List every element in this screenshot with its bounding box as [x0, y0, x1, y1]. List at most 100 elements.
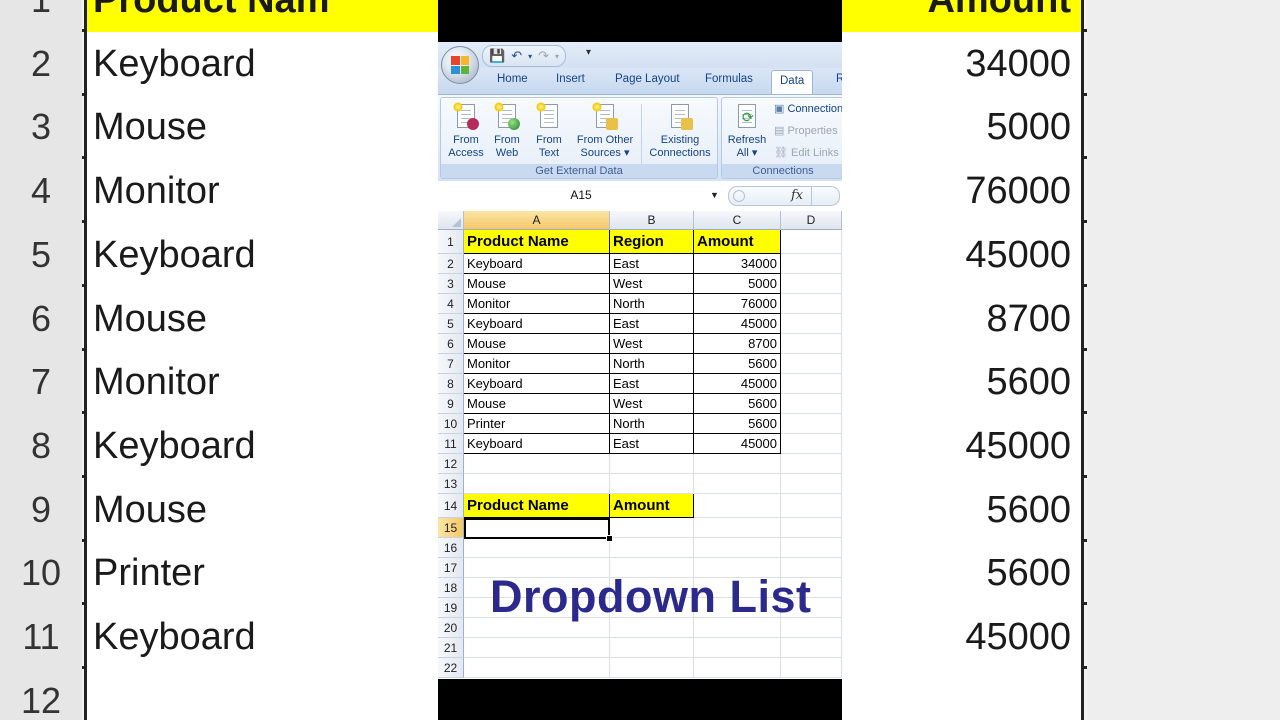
- column-header-a[interactable]: A: [464, 211, 610, 230]
- undo-icon[interactable]: ↶: [511, 48, 522, 64]
- undo-dropdown-icon[interactable]: ▾: [528, 52, 532, 61]
- row-header[interactable]: 6: [438, 334, 464, 354]
- row-header[interactable]: 7: [438, 354, 464, 374]
- cell-d[interactable]: [781, 518, 842, 538]
- cell-c[interactable]: 34000: [694, 254, 781, 274]
- tab-formulas[interactable]: Formulas: [705, 73, 753, 85]
- row-header[interactable]: 10: [438, 414, 464, 434]
- row-header[interactable]: 11: [438, 434, 464, 454]
- cell-b[interactable]: [610, 638, 694, 658]
- cell-d[interactable]: [781, 230, 842, 254]
- cell-b[interactable]: East: [610, 314, 694, 334]
- cell-b[interactable]: West: [610, 394, 694, 414]
- refresh-all-button[interactable]: ⟳ Refresh All ▾: [724, 102, 770, 160]
- row-header[interactable]: 21: [438, 638, 464, 658]
- existing-connections-button[interactable]: Existing Connections: [645, 102, 715, 160]
- cell-d[interactable]: [781, 538, 842, 558]
- tab-page-layout[interactable]: Page Layout: [615, 73, 680, 85]
- from-other-sources-button[interactable]: From Other Sources ▾: [573, 102, 637, 160]
- redo-dropdown-icon[interactable]: ▾: [555, 52, 559, 61]
- cell-b[interactable]: Region: [610, 230, 694, 254]
- customize-qat-icon[interactable]: ▾: [586, 47, 591, 58]
- cell-b[interactable]: East: [610, 434, 694, 454]
- cell-b[interactable]: Amount: [610, 494, 694, 518]
- cell-b[interactable]: [610, 474, 694, 494]
- cell-d[interactable]: [781, 254, 842, 274]
- cell-a[interactable]: Keyboard: [464, 314, 610, 334]
- tab-data[interactable]: Data: [771, 70, 814, 94]
- cell-d[interactable]: [781, 658, 842, 678]
- name-box-dropdown-icon[interactable]: ▼: [710, 185, 719, 205]
- cell-c[interactable]: 5000: [694, 274, 781, 294]
- cell-d[interactable]: [781, 394, 842, 414]
- row-header[interactable]: 22: [438, 658, 464, 678]
- cell-b[interactable]: West: [610, 334, 694, 354]
- cell-a[interactable]: Keyboard: [464, 434, 610, 454]
- row-header[interactable]: 20: [438, 618, 464, 638]
- cell-d[interactable]: [781, 334, 842, 354]
- row-header[interactable]: 8: [438, 374, 464, 394]
- cell-c[interactable]: 5600: [694, 354, 781, 374]
- properties-button[interactable]: ▤ Properties: [774, 124, 838, 137]
- cell-d[interactable]: [781, 434, 842, 454]
- cell-b[interactable]: East: [610, 374, 694, 394]
- cell-b[interactable]: West: [610, 274, 694, 294]
- cell-a[interactable]: [464, 538, 610, 558]
- cell-a[interactable]: [464, 454, 610, 474]
- cell-c[interactable]: Amount: [694, 230, 781, 254]
- cell-c[interactable]: 8700: [694, 334, 781, 354]
- row-header[interactable]: 1: [438, 230, 464, 254]
- cell-a[interactable]: Product Name: [464, 494, 610, 518]
- cell-a[interactable]: Mouse: [464, 334, 610, 354]
- cell-c[interactable]: 45000: [694, 374, 781, 394]
- row-header[interactable]: 2: [438, 254, 464, 274]
- cell-a[interactable]: [464, 658, 610, 678]
- redo-icon[interactable]: ↷: [538, 48, 549, 64]
- cell-a[interactable]: Keyboard: [464, 254, 610, 274]
- cell-c[interactable]: [694, 454, 781, 474]
- cell-a[interactable]: Product Name: [464, 230, 610, 254]
- column-header-d[interactable]: D: [781, 211, 842, 230]
- column-header-b[interactable]: B: [610, 211, 694, 230]
- name-box[interactable]: A15: [440, 185, 722, 205]
- connections-button[interactable]: ▣ Connections: [774, 102, 842, 115]
- cell-c[interactable]: 5600: [694, 394, 781, 414]
- cell-b[interactable]: North: [610, 354, 694, 374]
- save-icon[interactable]: 💾: [489, 48, 505, 64]
- row-header[interactable]: 17: [438, 558, 464, 578]
- cell-c[interactable]: 76000: [694, 294, 781, 314]
- active-cell-a15[interactable]: [464, 518, 610, 539]
- cell-d[interactable]: [781, 314, 842, 334]
- cell-b[interactable]: [610, 454, 694, 474]
- tab-home[interactable]: Home: [497, 73, 528, 85]
- cell-c[interactable]: [694, 538, 781, 558]
- cell-d[interactable]: [781, 294, 842, 314]
- cell-d[interactable]: [781, 374, 842, 394]
- from-access-button[interactable]: From Access: [445, 102, 487, 160]
- tab-insert[interactable]: Insert: [556, 73, 585, 85]
- row-header[interactable]: 3: [438, 274, 464, 294]
- cell-a[interactable]: Keyboard: [464, 374, 610, 394]
- cell-b[interactable]: [610, 538, 694, 558]
- cell-c[interactable]: [694, 474, 781, 494]
- cell-d[interactable]: [781, 474, 842, 494]
- row-header[interactable]: 19: [438, 598, 464, 618]
- cell-a[interactable]: Mouse: [464, 274, 610, 294]
- cell-d[interactable]: [781, 274, 842, 294]
- cell-c[interactable]: 5600: [694, 414, 781, 434]
- cell-c[interactable]: [694, 518, 781, 538]
- cell-b[interactable]: [610, 658, 694, 678]
- cell-c[interactable]: [694, 658, 781, 678]
- cell-d[interactable]: [781, 638, 842, 658]
- from-text-button[interactable]: From Text: [531, 102, 567, 160]
- cell-b[interactable]: East: [610, 254, 694, 274]
- cell-a[interactable]: Monitor: [464, 294, 610, 314]
- from-web-button[interactable]: From Web: [489, 102, 525, 160]
- cell-a[interactable]: Monitor: [464, 354, 610, 374]
- cell-a[interactable]: [464, 474, 610, 494]
- cell-b[interactable]: [610, 518, 694, 538]
- tab-review[interactable]: R: [836, 73, 842, 85]
- cell-d[interactable]: [781, 454, 842, 474]
- row-header[interactable]: 18: [438, 578, 464, 598]
- cell-c[interactable]: [694, 638, 781, 658]
